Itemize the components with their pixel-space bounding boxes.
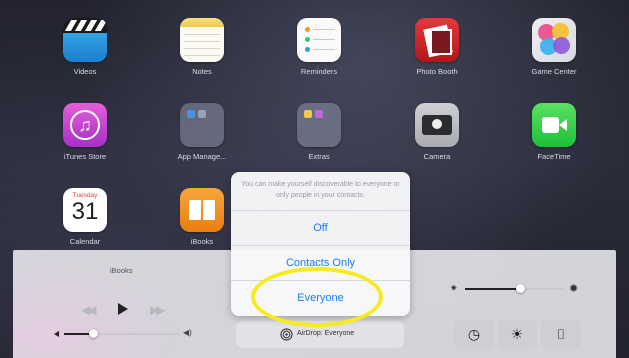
play-icon[interactable] (118, 303, 128, 315)
volume-high-icon: ◀) (183, 328, 192, 337)
app-label: Camera (423, 152, 451, 161)
airdrop-option-off[interactable]: Off (231, 210, 410, 245)
app-notes[interactable]: Notes (162, 18, 242, 76)
timer-button[interactable]: ◷ (454, 320, 494, 349)
app-label: Reminders (300, 67, 338, 76)
calendar-icon: Tuesday 31 (63, 188, 107, 232)
app-label: Photo Booth (416, 67, 458, 76)
folder-extras[interactable]: Extras (279, 103, 359, 161)
folder-icon (180, 103, 224, 147)
app-reminders[interactable]: Reminders (279, 18, 359, 76)
notes-icon (180, 18, 224, 62)
night-brightness-button[interactable]: ☀ (497, 320, 537, 349)
brightness-low-icon: ✷ (450, 283, 458, 293)
facetime-icon (532, 103, 576, 147)
ipad-screen: Videos Notes Reminders Photo Booth Game … (0, 0, 629, 358)
app-ibooks[interactable]: iBooks (162, 188, 242, 246)
app-label: iTunes Store (63, 152, 107, 161)
game-center-icon (532, 18, 576, 62)
app-photo-booth[interactable]: Photo Booth (397, 18, 477, 76)
photo-booth-icon (415, 18, 459, 62)
fast-forward-icon[interactable]: ▶▶ (150, 304, 166, 316)
app-label: Extras (308, 152, 330, 161)
app-calendar[interactable]: Tuesday 31 Calendar (45, 188, 125, 246)
app-camera[interactable]: Camera (397, 103, 477, 161)
app-label: Game Center (531, 67, 577, 76)
app-label: Calendar (69, 237, 101, 246)
rewind-icon[interactable]: ◀◀ (81, 304, 97, 316)
highlight-ring (251, 267, 383, 327)
camera-button[interactable]: ⌷ (541, 320, 581, 349)
calendar-day-number: 31 (71, 198, 99, 225)
camera-app-icon (415, 103, 459, 147)
camera-icon: ⌷ (556, 326, 566, 342)
slider-track-remainder (520, 288, 565, 290)
sun-icon: ☀ (510, 326, 524, 342)
videos-icon (63, 18, 107, 62)
app-game-center[interactable]: Game Center (514, 18, 594, 76)
folder-icon (297, 103, 341, 147)
airdrop-label: AirDrop: Everyone (297, 330, 355, 337)
brightness-high-icon: ✹ (569, 283, 579, 295)
itunes-store-icon: ♫ (63, 103, 107, 147)
app-label: App Manage... (177, 152, 227, 161)
volume-low-icon (54, 331, 59, 337)
airdrop-icon (280, 328, 293, 341)
ibooks-icon (180, 188, 224, 232)
app-label: Notes (192, 67, 212, 76)
app-label: Videos (73, 67, 97, 76)
app-facetime[interactable]: FaceTime (514, 103, 594, 161)
reminders-icon (297, 18, 341, 62)
airdrop-description: You can make yourself discoverable to ev… (241, 181, 400, 199)
slider-track-remainder (93, 333, 180, 335)
brightness-slider-knob[interactable] (515, 284, 525, 293)
volume-slider-knob[interactable] (88, 329, 98, 338)
app-videos[interactable]: Videos (45, 18, 125, 76)
folder-app-manage[interactable]: App Manage... (162, 103, 242, 161)
now-playing-title: iBooks (110, 266, 133, 275)
timer-icon: ◷ (467, 326, 481, 342)
app-itunes-store[interactable]: ♫ iTunes Store (45, 103, 125, 161)
app-label: FaceTime (537, 152, 571, 161)
app-label: iBooks (190, 237, 214, 246)
